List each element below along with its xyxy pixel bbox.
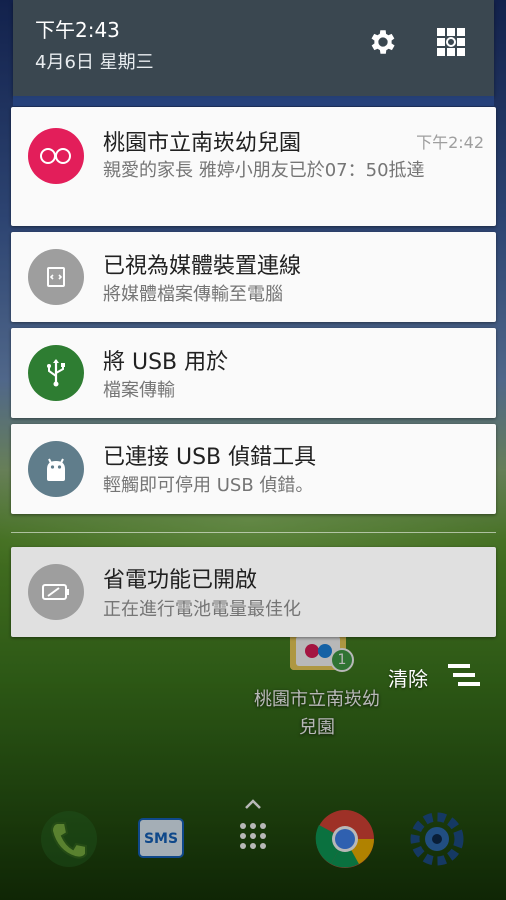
notification-text: 將媒體檔案傳輸至電腦 bbox=[103, 284, 283, 305]
notification-kindergarten[interactable]: 桃園市立南崁幼兒園 下午2:42 親愛的家長 雅婷小朋友已於07：50抵達 bbox=[11, 107, 496, 226]
notification-usb-debug[interactable]: 已連接 USB 偵錯工具 輕觸即可停用 USB 偵錯。 bbox=[11, 424, 496, 514]
quick-settings-grid-icon[interactable] bbox=[431, 22, 471, 62]
notification-divider bbox=[11, 532, 496, 533]
notification-title: 省電功能已開啟 bbox=[103, 568, 258, 593]
media-device-icon bbox=[28, 249, 84, 305]
notification-text: 檔案傳輸 bbox=[103, 380, 175, 401]
notification-text: 正在進行電池電量最佳化 bbox=[103, 599, 301, 620]
header-time: 下午2:43 bbox=[35, 18, 120, 42]
notification-battery-saver[interactable]: 省電功能已開啟 正在進行電池電量最佳化 bbox=[11, 547, 496, 637]
notification-title: 將 USB 用於 bbox=[103, 350, 229, 375]
clear-all-icon bbox=[446, 662, 482, 692]
notification-title: 已視為媒體裝置連線 bbox=[103, 254, 302, 279]
battery-saver-icon bbox=[28, 564, 84, 620]
notification-time: 下午2:42 bbox=[416, 133, 484, 152]
android-debug-icon bbox=[28, 441, 84, 497]
notification-text: 輕觸即可停用 USB 偵錯。 bbox=[103, 475, 314, 496]
quick-toggle-strip bbox=[13, 96, 494, 106]
kindergarten-app-icon bbox=[28, 128, 84, 184]
usb-icon bbox=[28, 345, 84, 401]
notification-usb-mode[interactable]: 將 USB 用於 檔案傳輸 bbox=[11, 328, 496, 418]
clear-all-button[interactable]: 清除 bbox=[388, 662, 482, 692]
notification-title: 已連接 USB 偵錯工具 bbox=[103, 445, 317, 470]
header-date[interactable]: 4月6日 星期三 bbox=[35, 48, 154, 74]
notification-media-device[interactable]: 已視為媒體裝置連線 將媒體檔案傳輸至電腦 bbox=[11, 232, 496, 322]
clear-all-label: 清除 bbox=[388, 666, 428, 691]
notification-text: 親愛的家長 雅婷小朋友已於07：50抵達 bbox=[103, 160, 425, 181]
quick-settings-header: 下午2:43 4月6日 星期三 bbox=[13, 0, 494, 96]
notification-title: 桃園市立南崁幼兒園 bbox=[103, 131, 302, 156]
gear-icon[interactable] bbox=[363, 22, 403, 62]
